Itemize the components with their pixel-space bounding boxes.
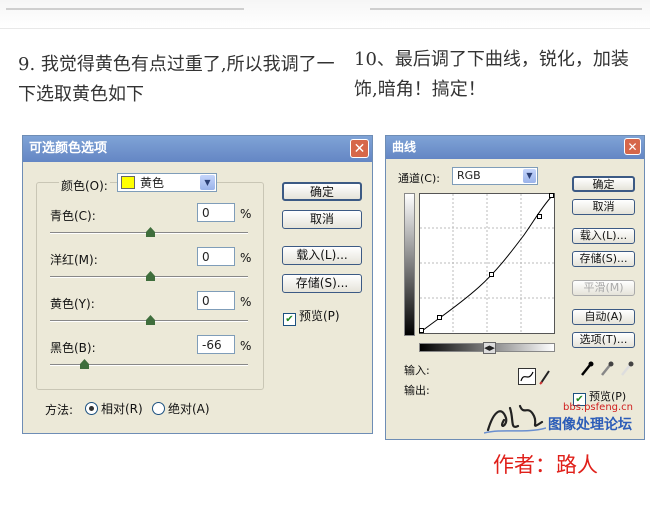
check-icon[interactable]: ✔: [283, 313, 296, 326]
dialog-titlebar: 可选颜色选项 ✕: [23, 136, 372, 162]
yellow-label: 黄色(Y):: [50, 297, 95, 311]
radio-icon[interactable]: [152, 402, 165, 415]
cancel-button[interactable]: 取消: [282, 210, 362, 229]
watermark-url: bbs.psfeng.cn: [563, 402, 634, 413]
method-label: 方法:: [45, 403, 74, 417]
color-select-value: 黄色: [140, 176, 165, 190]
close-icon[interactable]: ✕: [350, 139, 369, 158]
dialog-title: 可选颜色选项: [29, 141, 108, 156]
save-button[interactable]: 存储(S)...: [572, 251, 635, 267]
channel-select[interactable]: RGB ▼: [452, 167, 538, 185]
cyan-input[interactable]: 0: [197, 203, 235, 222]
color-select[interactable]: 黄色 ▼: [117, 173, 217, 192]
curves-dialog: 曲线 ✕ 通道(C): RGB ▼ ◀▶ 输入: 输出: 确定 取消 载入(L)…: [385, 135, 645, 440]
gradient-toggle-icon[interactable]: ◀▶: [483, 342, 496, 354]
absolute-label: 绝对(A): [168, 402, 210, 416]
load-button[interactable]: 载入(L)...: [282, 246, 362, 265]
black-label: 黑色(B):: [50, 341, 96, 355]
load-button[interactable]: 载入(L)...: [572, 228, 635, 244]
yellow-input[interactable]: 0: [197, 291, 235, 310]
black-percent: %: [240, 339, 252, 353]
dialog-titlebar: 曲线 ✕: [386, 136, 644, 159]
eyedropper-gray-icon[interactable]: [600, 361, 614, 381]
ok-button[interactable]: 确定: [572, 176, 635, 192]
curve-tool-icon[interactable]: [518, 368, 536, 385]
auto-button[interactable]: 自动(A): [572, 309, 635, 325]
relative-label: 相对(R): [101, 402, 143, 416]
options-button[interactable]: 选项(T)...: [572, 332, 635, 348]
top-banner: [0, 0, 650, 29]
black-slider-track[interactable]: [50, 364, 248, 366]
curve-graph[interactable]: [419, 193, 555, 334]
preview-checkbox[interactable]: ✔ 预览(P): [283, 307, 340, 326]
cyan-label: 青色(C):: [50, 209, 96, 223]
absolute-radio[interactable]: 绝对(A): [152, 400, 210, 417]
radio-selected-icon[interactable]: [85, 402, 98, 415]
divider: [370, 8, 642, 10]
step9-caption: 9. 我觉得黄色有点过重了,所以我调了一下选取黄色如下: [18, 54, 335, 105]
watermark-name: 图像处理论坛: [548, 417, 632, 433]
relative-radio[interactable]: 相对(R): [85, 400, 143, 417]
close-icon[interactable]: ✕: [624, 138, 641, 155]
eyedropper-black-icon[interactable]: [580, 361, 594, 381]
color-label: 颜色(O):: [59, 177, 110, 194]
cyan-percent: %: [240, 207, 252, 221]
chevron-down-icon[interactable]: ▼: [523, 169, 536, 183]
input-label: 输入:: [404, 364, 430, 377]
magenta-label: 洋红(M):: [50, 253, 98, 267]
output-label: 输出:: [404, 384, 430, 397]
color-swatch: [121, 176, 135, 189]
selective-color-dialog: 可选颜色选项 ✕ 颜色(O): 黄色 ▼ 青色(C): 0 % 洋红(M): 0…: [22, 135, 373, 434]
yellow-percent: %: [240, 295, 252, 309]
eyedropper-white-icon[interactable]: [620, 361, 634, 381]
author-credit: 作者：路人: [493, 453, 598, 477]
preview-label: 预览(P): [299, 309, 340, 323]
chevron-down-icon[interactable]: ▼: [200, 175, 215, 190]
cancel-button[interactable]: 取消: [572, 199, 635, 215]
channel-label: 通道(C):: [398, 172, 440, 185]
output-gradient-bar: [404, 193, 415, 336]
calligraphy-logo: [484, 404, 546, 434]
black-input[interactable]: -66: [197, 335, 235, 354]
save-button[interactable]: 存储(S)...: [282, 274, 362, 293]
smooth-button[interactable]: 平滑(M): [572, 280, 635, 296]
magenta-input[interactable]: 0: [197, 247, 235, 266]
channel-select-value: RGB: [457, 169, 481, 182]
dialog-title: 曲线: [392, 140, 417, 154]
step10-caption: 10、最后调了下曲线，锐化，加装饰,暗角！搞定！: [354, 49, 629, 100]
pencil-tool-icon[interactable]: [538, 368, 552, 385]
magenta-percent: %: [240, 251, 252, 265]
divider: [6, 8, 244, 10]
ok-button[interactable]: 确定: [282, 182, 362, 201]
